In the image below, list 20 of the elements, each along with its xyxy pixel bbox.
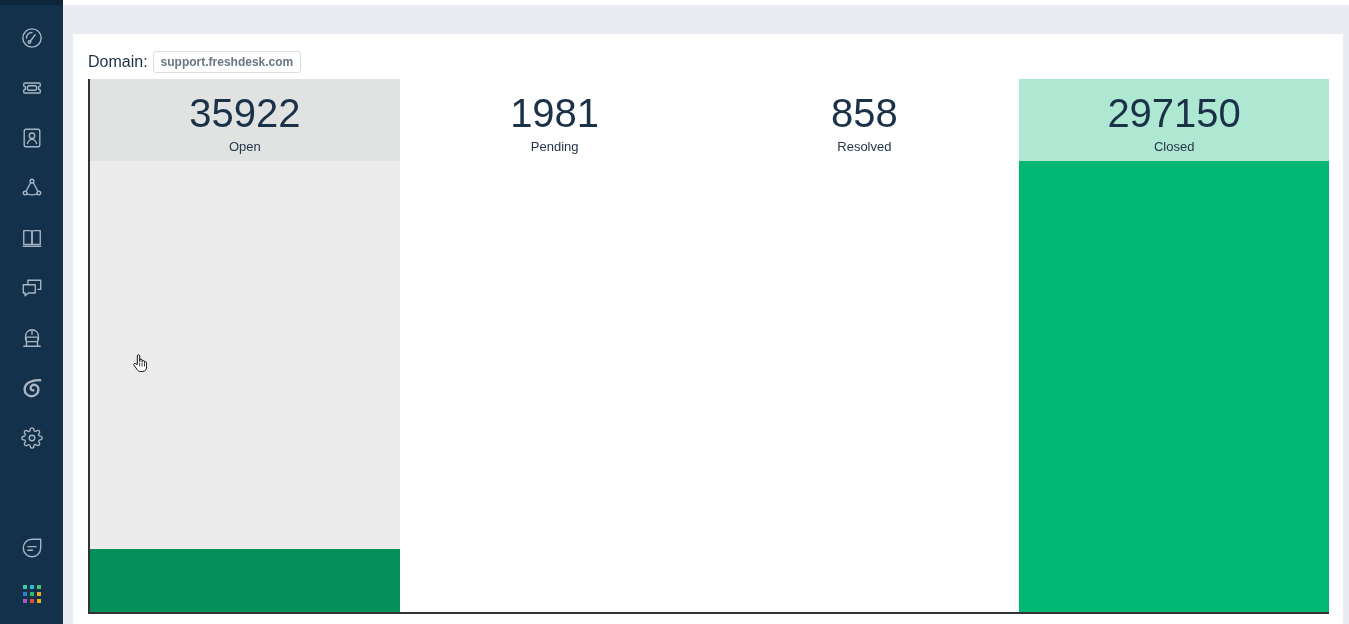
hand-cursor-icon [133,354,147,372]
apps-grid-icon[interactable] [22,585,41,603]
status-label: Closed [1153,139,1195,155]
ticket-count: 35922 [189,91,301,135]
status-label: Pending [530,139,579,155]
swirl-icon[interactable] [20,377,43,399]
status-label: Open [228,139,261,155]
chat-bubbles-icon[interactable] [20,277,43,299]
settings-icon[interactable] [20,427,43,449]
ticket-count: 858 [831,91,898,135]
network-icon[interactable] [20,177,43,199]
helmet-icon[interactable] [20,327,43,349]
domain-value: support.freshdesk.com [152,51,302,73]
chat-icon[interactable] [20,537,43,559]
gauge-icon[interactable] [20,27,43,49]
book-icon[interactable] [20,227,43,249]
ticket-count: 1981 [510,91,600,135]
ticket-count: 297150 [1107,91,1241,135]
domain-label: Domain: [88,53,148,71]
status-label: Resolved [837,139,892,155]
